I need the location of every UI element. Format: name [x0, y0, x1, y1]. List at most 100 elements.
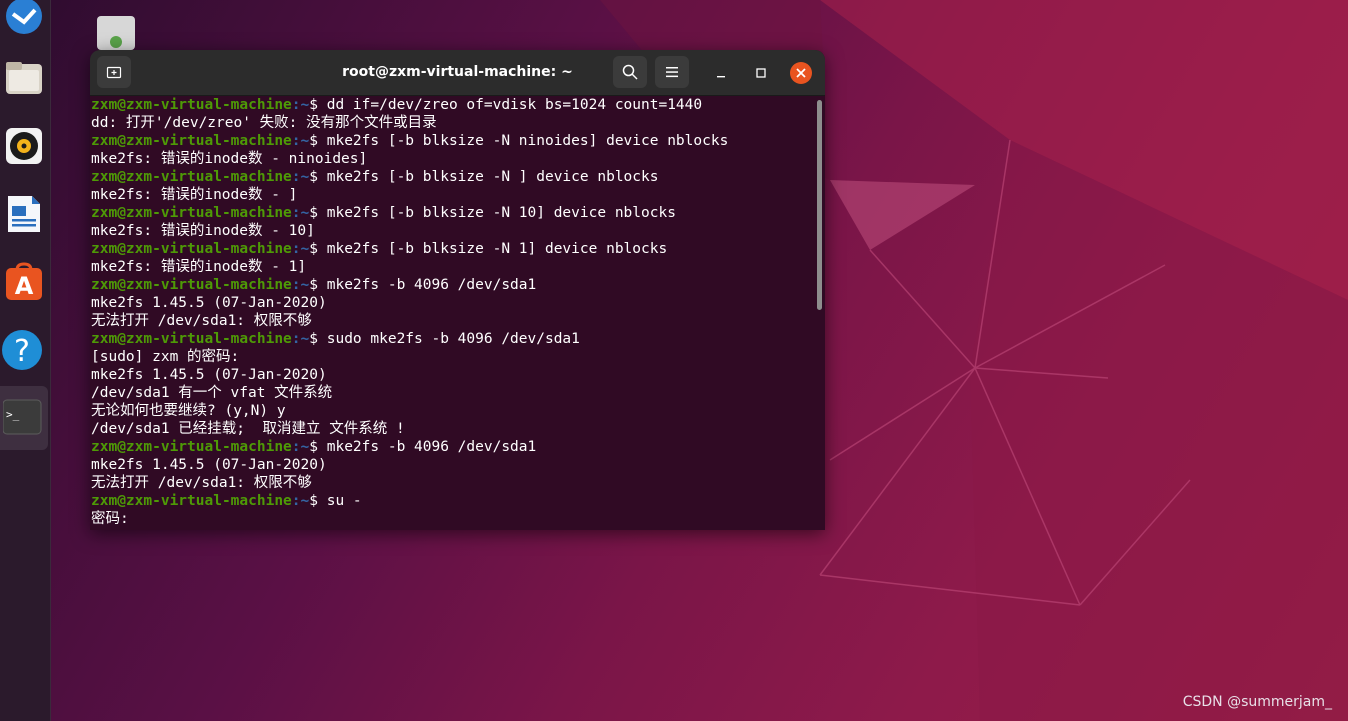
- rhythmbox-icon[interactable]: [0, 122, 48, 170]
- files-icon[interactable]: [0, 54, 48, 102]
- line-text: 无法打开 /dev/sda1: 权限不够: [91, 475, 312, 491]
- prompt-symbol: $: [309, 133, 327, 149]
- terminal-output-line: mke2fs: 错误的inode数 - ninoides]: [91, 150, 817, 168]
- line-text: mke2fs [-b blksize -N 10] device nblocks: [326, 205, 676, 221]
- terminal-output-line: mke2fs: 错误的inode数 - 1]: [91, 258, 817, 276]
- title-bar[interactable]: root@zxm-virtual-machine: ~: [90, 50, 825, 96]
- line-text: 无法打开 /dev/sda1: 权限不够: [91, 313, 312, 329]
- terminal-command-line: zxm@zxm-virtual-machine:~$ mke2fs [-b bl…: [91, 240, 817, 258]
- svg-text:>_: >_: [6, 408, 20, 421]
- hamburger-menu-icon: [666, 67, 678, 78]
- line-text: dd: 打开'/dev/zreo' 失败: 没有那个文件或目录: [91, 115, 437, 131]
- prompt-user-host: zxm@zxm-virtual-machine: [91, 133, 292, 149]
- line-text: 无论如何也要继续? (y,N) y: [91, 403, 286, 419]
- terminal-command-line: zxm@zxm-virtual-machine:~$ dd if=/dev/zr…: [91, 96, 817, 114]
- prompt-user-host: zxm@zxm-virtual-machine: [91, 277, 292, 293]
- prompt-symbol: $: [309, 439, 327, 455]
- help-icon[interactable]: ?: [0, 326, 48, 374]
- terminal-output-line: mke2fs: 错误的inode数 - ]: [91, 186, 817, 204]
- prompt-user-host: zxm@zxm-virtual-machine: [91, 97, 292, 113]
- line-text: mke2fs -b 4096 /dev/sda1: [326, 277, 537, 293]
- new-tab-icon: [106, 66, 122, 79]
- prompt-symbol: $: [309, 205, 327, 221]
- prompt-path: :~: [291, 439, 310, 455]
- prompt-symbol: $: [309, 277, 327, 293]
- line-text: 密码:: [91, 511, 129, 527]
- terminal-output-line: mke2fs 1.45.5 (07-Jan-2020): [91, 456, 817, 474]
- terminal-output-line: [sudo] zxm 的密码:: [91, 348, 817, 366]
- terminal-output-line: 无法打开 /dev/sda1: 权限不够: [91, 312, 817, 330]
- prompt-user-host: zxm@zxm-virtual-machine: [91, 439, 292, 455]
- terminal-command-line: zxm@zxm-virtual-machine:~$ mke2fs [-b bl…: [91, 168, 817, 186]
- terminal-command-line: zxm@zxm-virtual-machine:~$ su -: [91, 492, 817, 510]
- close-icon: [796, 68, 806, 78]
- software-center-icon[interactable]: A: [0, 258, 48, 306]
- thunderbird-icon[interactable]: [0, 0, 48, 40]
- line-text: mke2fs: 错误的inode数 - 10]: [91, 223, 315, 239]
- line-text: mke2fs 1.45.5 (07-Jan-2020): [91, 367, 327, 383]
- terminal-command-line: zxm@zxm-virtual-machine:~$ mke2fs -b 409…: [91, 438, 817, 456]
- terminal-output-line: 密码:: [91, 510, 817, 528]
- line-text: mke2fs [-b blksize -N ] device nblocks: [326, 169, 659, 185]
- prompt-symbol: $: [309, 493, 327, 509]
- maximize-icon: [756, 68, 766, 78]
- line-text: mke2fs 1.45.5 (07-Jan-2020): [91, 457, 327, 473]
- prompt-symbol: $: [309, 331, 327, 347]
- close-button[interactable]: [790, 62, 812, 84]
- line-text: mke2fs -b 4096 /dev/sda1: [326, 439, 537, 455]
- minimize-icon: [717, 76, 725, 78]
- scrollbar[interactable]: [817, 100, 822, 310]
- line-text: [sudo] zxm 的密码:: [91, 349, 240, 365]
- prompt-user-host: zxm@zxm-virtual-machine: [91, 169, 292, 185]
- terminal-output-line: mke2fs 1.45.5 (07-Jan-2020): [91, 366, 817, 384]
- minimize-button[interactable]: [710, 62, 732, 84]
- line-text: mke2fs [-b blksize -N ninoides] device n…: [326, 133, 729, 149]
- svg-text:A: A: [15, 272, 34, 300]
- terminal-command-line: zxm@zxm-virtual-machine:~$ mke2fs [-b bl…: [91, 204, 817, 222]
- prompt-path: :~: [291, 205, 310, 221]
- prompt-path: :~: [291, 277, 310, 293]
- dock: A ? >_: [0, 0, 51, 721]
- terminal-command-line: zxm@zxm-virtual-machine:~$ mke2fs [-b bl…: [91, 132, 817, 150]
- line-text: dd if=/dev/zreo of=vdisk bs=1024 count=1…: [326, 97, 703, 113]
- prompt-symbol: $: [309, 97, 327, 113]
- line-text: mke2fs: 错误的inode数 - ]: [91, 187, 298, 203]
- line-text: mke2fs: 错误的inode数 - 1]: [91, 259, 307, 275]
- prompt-symbol: $: [309, 169, 327, 185]
- line-text: /dev/sda1 有一个 vfat 文件系统: [91, 385, 333, 401]
- line-text: mke2fs 1.45.5 (07-Jan-2020): [91, 295, 327, 311]
- terminal-output-line: mke2fs: 错误的inode数 - 10]: [91, 222, 817, 240]
- svg-text:?: ?: [14, 334, 30, 369]
- terminal-output-line: /dev/sda1 已经挂载; 取消建立 文件系统 !: [91, 420, 817, 438]
- prompt-user-host: zxm@zxm-virtual-machine: [91, 241, 292, 257]
- prompt-user-host: zxm@zxm-virtual-machine: [91, 493, 292, 509]
- prompt-path: :~: [291, 97, 310, 113]
- prompt-path: :~: [291, 331, 310, 347]
- prompt-path: :~: [291, 241, 310, 257]
- terminal-command-line: zxm@zxm-virtual-machine:~$ sudo mke2fs -…: [91, 330, 817, 348]
- terminal-output[interactable]: zxm@zxm-virtual-machine:~$ dd if=/dev/zr…: [90, 96, 817, 530]
- prompt-path: :~: [291, 133, 310, 149]
- terminal-output-line: dd: 打开'/dev/zreo' 失败: 没有那个文件或目录: [91, 114, 817, 132]
- prompt-user-host: zxm@zxm-virtual-machine: [91, 331, 292, 347]
- prompt-path: :~: [291, 169, 310, 185]
- menu-button[interactable]: [655, 56, 689, 88]
- prompt-path: :~: [291, 493, 310, 509]
- search-button[interactable]: [613, 56, 647, 88]
- trash-icon[interactable]: [97, 16, 135, 50]
- line-text: su -: [326, 493, 362, 509]
- terminal-icon[interactable]: >_: [0, 394, 48, 442]
- line-text: /dev/sda1 已经挂载; 取消建立 文件系统 !: [91, 421, 405, 437]
- line-text: mke2fs: 错误的inode数 - ninoides]: [91, 151, 368, 167]
- watermark: CSDN @summerjam_: [1182, 694, 1332, 710]
- maximize-button[interactable]: [750, 62, 772, 84]
- prompt-symbol: $: [309, 241, 327, 257]
- line-text: sudo mke2fs -b 4096 /dev/sda1: [326, 331, 580, 347]
- new-tab-button[interactable]: [97, 56, 131, 88]
- line-text: mke2fs [-b blksize -N 1] device nblocks: [326, 241, 668, 257]
- libreoffice-writer-icon[interactable]: [0, 190, 48, 238]
- terminal-output-line: 无法打开 /dev/sda1: 权限不够: [91, 474, 817, 492]
- terminal-output-line: mke2fs 1.45.5 (07-Jan-2020): [91, 294, 817, 312]
- terminal-output-line: 无论如何也要继续? (y,N) y: [91, 402, 817, 420]
- terminal-window: root@zxm-virtual-machine: ~ zxm@zxm-virt…: [90, 50, 825, 530]
